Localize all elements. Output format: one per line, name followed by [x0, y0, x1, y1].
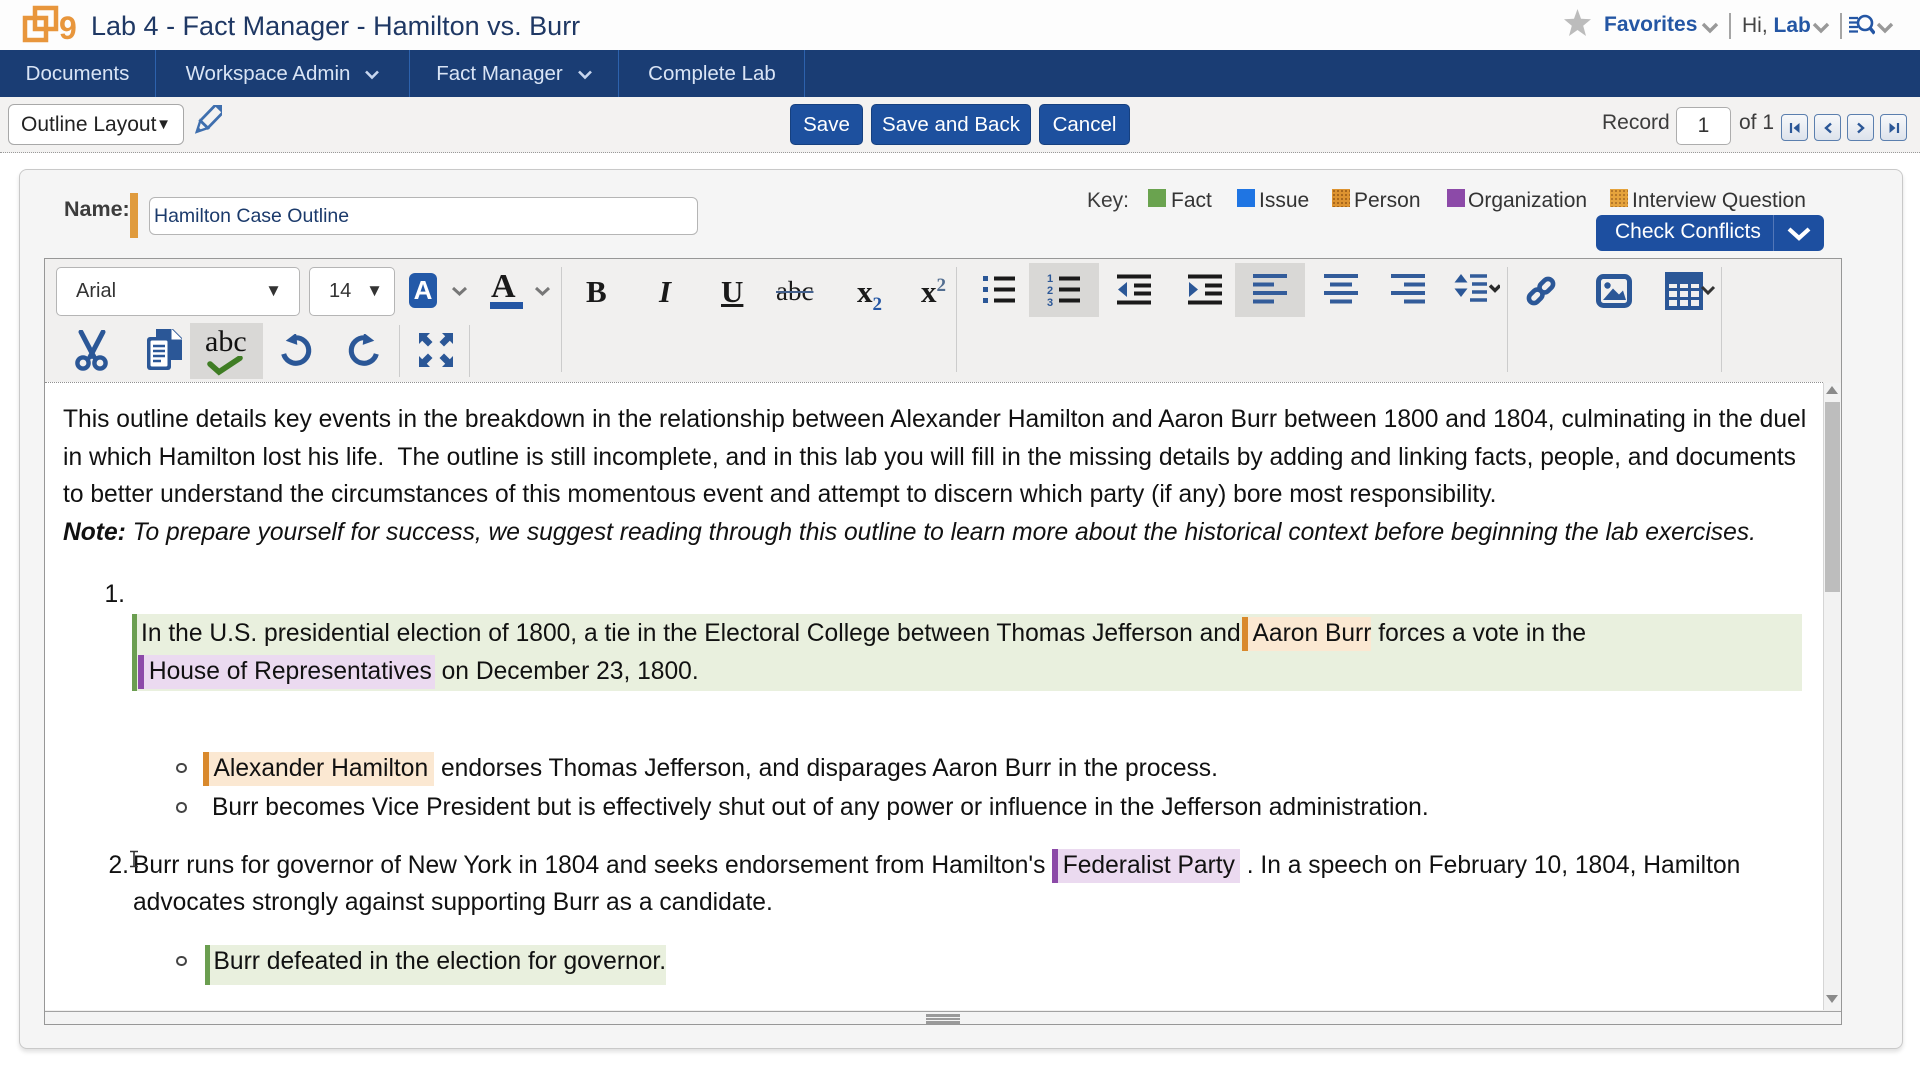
- svg-text:2: 2: [1047, 285, 1053, 297]
- svg-text:3: 3: [1047, 297, 1053, 308]
- svg-text:9: 9: [59, 10, 77, 46]
- svg-text:1: 1: [1047, 273, 1053, 285]
